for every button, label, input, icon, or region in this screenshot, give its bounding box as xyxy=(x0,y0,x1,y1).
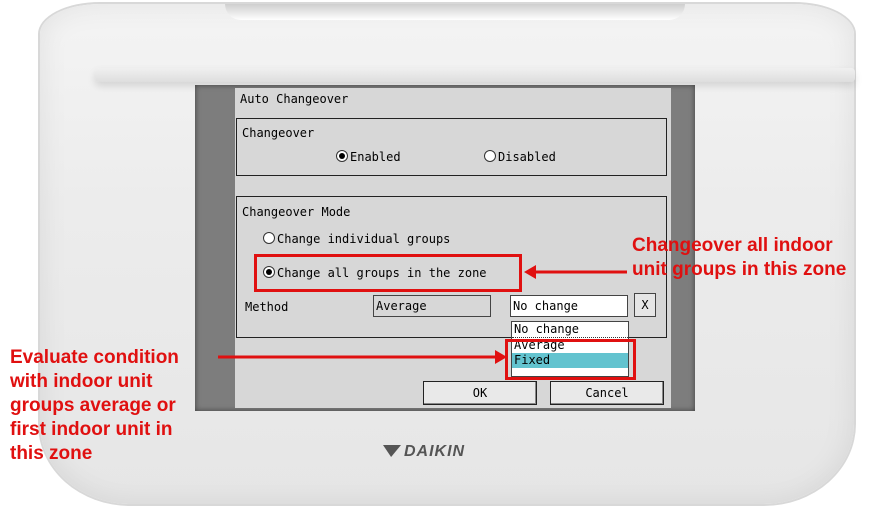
arrow-head-right-icon xyxy=(524,265,536,279)
annotation-left-line: Evaluate condition xyxy=(10,347,179,368)
annotation-right-line: unit groups in this zone xyxy=(632,259,847,280)
annotation-right: Changeover all indoor unit groups in thi… xyxy=(632,234,846,282)
brand-name: DAIKIN xyxy=(404,443,466,460)
annotation-right-line: Changeover all indoor xyxy=(632,235,833,256)
annotation-left-line: first indoor unit in xyxy=(10,419,173,440)
annotation-left-line: this zone xyxy=(10,443,93,464)
daikin-logo-icon xyxy=(383,445,401,457)
annotation-left: Evaluate condition with indoor unit grou… xyxy=(10,346,179,466)
arrow-head-left-icon xyxy=(495,350,507,364)
annotation-left-line: with indoor unit xyxy=(10,371,153,392)
brand-logo: DAIKIN xyxy=(383,443,465,461)
annotation-left-line: groups average or xyxy=(10,395,176,416)
